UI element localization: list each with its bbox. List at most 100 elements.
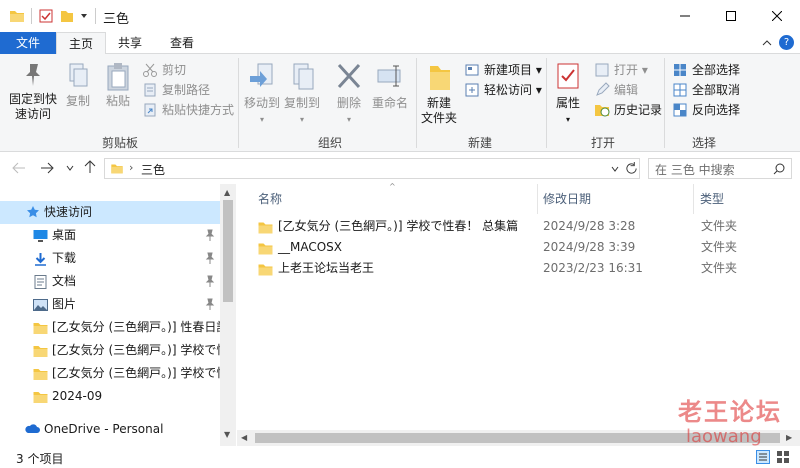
paste-shortcut-button[interactable]: 粘贴快捷方式 — [140, 100, 234, 120]
item-count: 3 个项目 — [16, 452, 64, 466]
pin-quick-access-button[interactable]: 固定到快 速访问 — [6, 62, 60, 122]
paste-button[interactable]: 粘贴 — [102, 62, 134, 109]
new-group-label: 新建 — [467, 136, 492, 150]
rename-label: 重命名 — [371, 96, 408, 110]
address-bar[interactable]: › 三色 — [104, 158, 640, 179]
search-input[interactable]: 在 三色 中搜索 — [648, 158, 792, 179]
tab-share[interactable]: 共享 — [108, 32, 152, 54]
search-icon[interactable] — [773, 163, 785, 175]
copy-to-button[interactable]: 复制到 ▾ — [283, 62, 321, 127]
up-arrow-icon[interactable] — [84, 160, 96, 174]
file-row[interactable]: __MACOSX 2024/9/28 3:39 文件夹 — [253, 237, 798, 258]
properties-qa-icon[interactable] — [38, 8, 54, 24]
new-folder-icon — [430, 66, 450, 90]
new-item-label: 新建项目 — [484, 63, 533, 77]
copy-button[interactable]: 复制 — [62, 62, 94, 109]
nav-onedrive-label: OneDrive - Personal — [44, 422, 164, 436]
rename-button[interactable]: 重命名 — [369, 62, 411, 111]
ribbon-separator — [416, 58, 417, 148]
nav-item[interactable]: [乙女気分 (三色網戸。)] 学校で性 — [0, 362, 220, 385]
easy-access-button[interactable]: 轻松访问 ▾ — [462, 80, 542, 100]
select-group-label: 选择 — [691, 136, 716, 150]
select-all-button[interactable]: 全部选择 — [670, 60, 740, 80]
scroll-left-icon[interactable]: ◀ — [241, 433, 247, 442]
nav-item[interactable]: 文档 — [0, 270, 220, 293]
recent-locations-chevron-icon[interactable] — [66, 164, 74, 172]
file-name: __MACOSX — [278, 240, 343, 254]
close-button[interactable] — [754, 0, 800, 32]
nav-item[interactable]: [乙女気分 (三色網戸。)] 学校で性 — [0, 339, 220, 362]
new-folder-button[interactable]: 新建 文件夹 — [418, 62, 460, 126]
file-row[interactable]: [乙女気分 (三色網戸。)] 学校で性春！ 总集篇 2024/9/28 3:28 文… — [253, 216, 798, 237]
scroll-right-icon[interactable]: ▶ — [786, 433, 792, 442]
tab-view[interactable]: 查看 — [160, 32, 204, 54]
paste-shortcut-icon — [144, 103, 156, 117]
column-header-name[interactable]: 名称 — [258, 190, 282, 207]
maximize-button[interactable] — [708, 0, 754, 32]
easy-access-icon — [465, 83, 479, 97]
column-header-type[interactable]: 类型 — [700, 190, 724, 207]
column-divider[interactable] — [693, 184, 694, 214]
window-title: 三色 — [103, 12, 130, 27]
cut-button[interactable]: 剪切 — [140, 60, 186, 80]
status-bar: 3 个项目 老王论坛 laowang — [0, 398, 800, 468]
scroll-down-icon[interactable]: ▼ — [224, 430, 230, 439]
delete-label: 删除 — [336, 96, 361, 110]
move-to-label: 移动到 — [243, 96, 280, 110]
new-item-button[interactable]: 新建项目 ▾ — [462, 60, 542, 80]
nav-item[interactable]: 图片 — [0, 293, 220, 316]
large-icons-view-icon[interactable] — [776, 450, 790, 464]
history-button[interactable]: 历史记录 — [592, 100, 662, 120]
properties-button[interactable]: 属性 ▾ — [550, 62, 586, 127]
details-view-icon[interactable] — [756, 450, 770, 464]
nav-quick-access[interactable]: 快速访问 — [0, 201, 220, 224]
breadcrumb-current[interactable]: 三色 — [141, 161, 165, 178]
folder-icon — [33, 343, 48, 357]
column-divider[interactable] — [537, 184, 538, 214]
new-folder-qa-icon[interactable] — [59, 8, 75, 24]
chevron-down-icon[interactable] — [80, 12, 88, 20]
address-dropdown-chevron-icon[interactable] — [611, 165, 619, 173]
refresh-icon[interactable] — [625, 162, 638, 175]
help-icon[interactable]: ? — [779, 35, 794, 50]
nav-item[interactable]: [乙女気分 (三色網戸。)] 性春日記 — [0, 316, 220, 339]
open-icon — [595, 63, 609, 77]
ribbon: 固定到快 速访问 复制 粘贴 剪切 复制路径 粘贴快捷方式 剪贴板 移动到 ▾ 复… — [0, 54, 800, 152]
folder-icon — [258, 262, 273, 276]
nav-scroll-thumb[interactable] — [223, 200, 233, 302]
copy-path-button[interactable]: 复制路径 — [140, 80, 210, 100]
back-arrow-icon[interactable] — [12, 162, 26, 174]
tab-home[interactable]: 主页 — [56, 32, 106, 55]
nav-item[interactable]: 桌面 — [0, 224, 220, 247]
open-button[interactable]: 打开 ▾ — [592, 60, 648, 80]
breadcrumb-chevron-icon[interactable]: › — [129, 161, 133, 174]
select-none-button[interactable]: 全部取消 — [670, 80, 740, 100]
invert-selection-button[interactable]: 反向选择 — [670, 100, 740, 120]
nav-item[interactable]: 2024-09 — [0, 385, 220, 408]
invert-selection-icon — [673, 103, 687, 117]
tab-file[interactable]: 文件 — [0, 32, 56, 54]
nav-onedrive[interactable]: OneDrive - Personal — [0, 418, 220, 441]
pin-label: 固定到快 速访问 — [8, 92, 57, 121]
new-item-icon — [465, 64, 479, 76]
file-type: 文件夹 — [701, 261, 738, 275]
chevron-up-icon[interactable] — [762, 38, 772, 48]
edit-button[interactable]: 编辑 — [592, 80, 638, 100]
nav-item[interactable]: 下载 — [0, 247, 220, 270]
move-to-button[interactable]: 移动到 ▾ — [243, 62, 281, 127]
maximize-icon — [726, 11, 736, 21]
file-row[interactable]: 上老王论坛当老王 2023/2/23 16:31 文件夹 — [253, 258, 798, 279]
select-all-icon — [674, 64, 686, 76]
pin-icon — [205, 270, 215, 293]
copy-icon — [69, 63, 88, 87]
forward-arrow-icon[interactable] — [40, 162, 54, 174]
history-label: 历史记录 — [614, 103, 663, 117]
sort-indicator-icon: ^ — [389, 182, 396, 191]
nav-scrollbar[interactable]: ▲ ▼ — [220, 184, 236, 446]
delete-button[interactable]: 删除 ▾ — [333, 62, 365, 127]
copy-to-label: 复制到 — [283, 96, 320, 110]
minimize-button[interactable] — [662, 0, 708, 32]
scroll-up-icon[interactable]: ▲ — [224, 188, 230, 197]
column-header-modified[interactable]: 修改日期 — [543, 190, 591, 207]
properties-icon — [557, 63, 579, 89]
